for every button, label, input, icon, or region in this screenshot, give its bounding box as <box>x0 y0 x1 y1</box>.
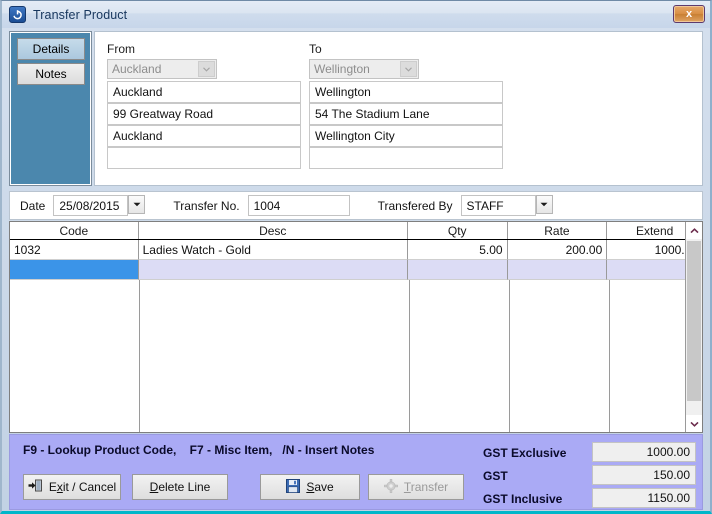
sidebar-item-notes[interactable]: Notes <box>17 63 85 85</box>
column-header-desc[interactable]: Desc <box>139 222 408 239</box>
line-items-grid: Code Desc Qty Rate Extend 1032 Ladies Wa… <box>9 221 703 433</box>
window-title: Transfer Product <box>33 7 128 22</box>
cell-desc[interactable]: Ladies Watch - Gold <box>138 240 408 260</box>
column-header-code[interactable]: Code <box>10 222 139 239</box>
from-branch-select[interactable]: Auckland <box>107 59 217 79</box>
save-button[interactable]: Save <box>260 474 360 500</box>
cell-code[interactable] <box>10 260 139 280</box>
gear-icon <box>383 478 398 496</box>
transfer-no-input[interactable]: 1004 <box>247 195 350 216</box>
chevron-up-icon[interactable] <box>686 222 702 239</box>
title-bar: Transfer Product x <box>2 1 710 28</box>
grid-empty-area <box>10 280 685 432</box>
delete-line-button[interactable]: Delete Line <box>132 474 228 500</box>
cell-rate[interactable] <box>507 260 608 280</box>
to-branch-select[interactable]: Wellington <box>309 59 419 79</box>
exit-door-icon <box>28 479 43 495</box>
exit-cancel-button[interactable]: Exit / Cancel <box>23 474 121 500</box>
date-label: Date <box>20 198 46 213</box>
chevron-down-icon[interactable] <box>686 415 702 432</box>
top-panel: Details Notes From Auckland Auckland 99 … <box>6 29 706 189</box>
from-address-line[interactable] <box>107 147 301 169</box>
cell-code[interactable]: 1032 <box>10 240 139 260</box>
gst-inclusive-label: GST Inclusive <box>483 492 563 506</box>
transfer-product-window: Transfer Product x Details Notes From Au… <box>0 0 712 514</box>
from-address-line[interactable]: 99 Greatway Road <box>107 103 301 125</box>
to-group-label: To <box>309 42 322 56</box>
cell-qty[interactable]: 5.00 <box>407 240 508 260</box>
chevron-down-icon <box>400 61 417 77</box>
gst-exclusive-value: 1000.00 <box>592 442 696 462</box>
from-address-line[interactable]: Auckland <box>107 125 301 147</box>
from-group-label: From <box>107 42 135 56</box>
transferred-by-value[interactable]: STAFF <box>460 195 536 216</box>
transfer-label: Transfer <box>403 480 449 494</box>
gst-label: GST <box>483 469 508 483</box>
to-address-line[interactable] <box>309 147 503 169</box>
to-address-line[interactable]: Wellington City <box>309 125 503 147</box>
address-panel: From Auckland Auckland 99 Greatway Road … <box>94 31 703 186</box>
transfer-button[interactable]: Transfer <box>368 474 464 500</box>
window-client-area: Details Notes From Auckland Auckland 99 … <box>6 29 706 510</box>
from-address-line[interactable]: Auckland <box>107 81 301 103</box>
close-button[interactable]: x <box>673 5 705 23</box>
delete-line-label: Delete Line <box>149 480 211 494</box>
chevron-down-icon[interactable] <box>128 195 146 214</box>
grid-header-row: Code Desc Qty Rate Extend <box>10 222 702 240</box>
gst-value: 150.00 <box>592 465 696 485</box>
footer-panel: F9 - Lookup Product Code, F7 - Misc Item… <box>9 434 703 510</box>
scrollbar-thumb[interactable] <box>687 241 701 401</box>
transfer-no-label: Transfer No. <box>173 198 240 213</box>
to-branch-value: Wellington <box>314 62 370 76</box>
sidebar-item-label: Details <box>32 42 70 56</box>
to-address-line[interactable]: Wellington <box>309 81 503 103</box>
table-row[interactable]: 1032 Ladies Watch - Gold 5.00 200.00 100… <box>10 240 702 260</box>
floppy-disk-icon <box>286 478 301 496</box>
save-label: Save <box>306 480 334 494</box>
power-icon <box>9 6 26 23</box>
date-picker[interactable]: 25/08/2015 <box>53 195 146 216</box>
sidebar-item-label: Notes <box>35 67 67 81</box>
cell-desc[interactable] <box>138 260 408 280</box>
tab-sidebar: Details Notes <box>9 31 92 186</box>
column-header-rate[interactable]: Rate <box>508 222 608 239</box>
date-input[interactable]: 25/08/2015 <box>53 195 129 216</box>
gst-inclusive-value: 1150.00 <box>592 488 696 508</box>
keyboard-hint-text: F9 - Lookup Product Code, F7 - Misc Item… <box>23 443 375 457</box>
cell-rate[interactable]: 200.00 <box>507 240 608 260</box>
exit-cancel-label: Exit / Cancel <box>48 480 117 494</box>
chevron-down-icon <box>198 61 215 77</box>
cell-qty[interactable] <box>407 260 508 280</box>
table-row[interactable] <box>10 260 702 280</box>
from-branch-value: Auckland <box>112 62 162 76</box>
gst-exclusive-label: GST Exclusive <box>483 446 567 460</box>
document-header-bar: Date 25/08/2015 Transfer No. 1004 Transf… <box>9 191 703 220</box>
to-address-line[interactable]: 54 The Stadium Lane <box>309 103 503 125</box>
transferred-by-label: Transfered By <box>377 198 453 213</box>
grid-vertical-scrollbar[interactable] <box>685 222 702 432</box>
chevron-down-icon[interactable] <box>535 195 553 214</box>
transferred-by-select[interactable]: STAFF <box>460 195 553 216</box>
sidebar-item-details[interactable]: Details <box>17 38 85 60</box>
column-header-qty[interactable]: Qty <box>408 222 508 239</box>
